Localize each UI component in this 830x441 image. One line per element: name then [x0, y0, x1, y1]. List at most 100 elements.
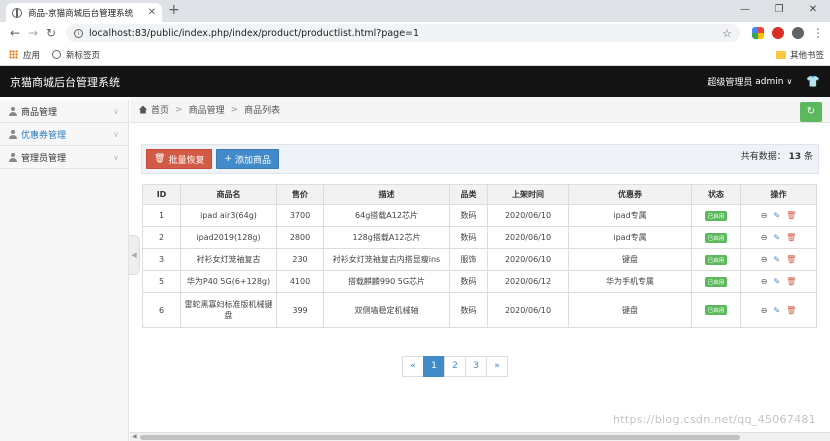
trash-icon[interactable]: 🗑 [786, 211, 796, 220]
bookmark-apps[interactable]: 应用 [9, 49, 40, 61]
pagination-prev[interactable]: « [402, 356, 424, 377]
close-tab-icon[interactable]: ✕ [148, 7, 156, 18]
cell-actions: ⊖ ✎ 🗑 [740, 204, 817, 227]
cell-category: 数码 [449, 226, 488, 249]
disable-icon[interactable]: ⊖ [761, 306, 768, 315]
breadcrumb-home[interactable]: 首页 [151, 103, 169, 116]
profile-icon[interactable] [792, 27, 804, 39]
bulk-restore-button[interactable]: 🗑 批量恢复 [146, 149, 213, 169]
column-header: 售价 [276, 184, 324, 205]
browser-tab-strip: 商品-京猫商城后台管理系统 ✕ + — ❐ ✕ [0, 0, 830, 22]
cell-actions: ⊖ ✎ 🗑 [740, 292, 817, 328]
back-arrow-icon[interactable]: ← [6, 26, 24, 40]
url-text[interactable]: localhost:83/public/index.php/index/prod… [89, 28, 722, 39]
address-bar-row: ← → ↻ i localhost:83/public/index.php/in… [0, 22, 830, 44]
admin-menu[interactable]: 超级管理员 admin ∨ 👕 [707, 75, 820, 88]
sidebar-item-products[interactable]: 商品管理 ∨ [0, 100, 128, 123]
home-icon [139, 105, 147, 114]
cell-status: 已启用 [691, 270, 741, 293]
cell-id: 5 [142, 270, 181, 293]
adblock-icon[interactable] [772, 27, 784, 39]
close-window-button[interactable]: ✕ [796, 0, 830, 22]
cell-name: ipad2019(128g) [180, 226, 277, 249]
cell-id: 3 [142, 248, 181, 271]
status-badge: 已启用 [704, 305, 728, 315]
tab-title: 商品-京猫商城后台管理系统 [28, 8, 134, 19]
cell-category: 数码 [449, 270, 488, 293]
add-product-button[interactable]: + 添加商品 [216, 149, 280, 169]
reload-icon[interactable]: ↻ [42, 26, 60, 40]
edit-icon[interactable]: ✎ [773, 277, 780, 286]
info-icon[interactable]: i [74, 28, 83, 38]
admin-role: 超级管理员 [707, 78, 753, 88]
scrollbar-thumb[interactable] [140, 435, 740, 440]
cell-actions: ⊖ ✎ 🗑 [740, 270, 817, 293]
horizontal-scrollbar[interactable]: ◀ [130, 432, 830, 441]
bookmark-label: 应用 [23, 50, 41, 61]
window-controls: — ❐ ✕ [728, 0, 830, 22]
cell-desc: 衬衫女灯笼袖复古内搭显瘦ins [323, 248, 450, 271]
column-header: 品类 [449, 184, 488, 205]
breadcrumb-products[interactable]: 商品管理 [189, 103, 225, 116]
cell-price: 230 [276, 248, 324, 271]
breadcrumb-separator: > [230, 104, 239, 115]
bookmarks-bar: 应用 新标签页 其他书签 [0, 44, 830, 66]
extension-icon[interactable] [752, 27, 764, 39]
edit-icon[interactable]: ✎ [773, 233, 780, 242]
omnibox[interactable]: i localhost:83/public/index.php/index/pr… [66, 24, 740, 42]
column-header: 状态 [691, 184, 741, 205]
add-product-label: 添加商品 [235, 155, 272, 166]
table-header-row: ID 商品名 售价 描述 品类 上架时间 优惠券 状态 操作 [142, 184, 817, 205]
cell-coupon: ipad专属 [568, 226, 692, 249]
minimize-button[interactable]: — [728, 0, 762, 22]
sidebar-item-label: 优惠券管理 [21, 130, 67, 141]
folder-icon [775, 51, 786, 59]
chevron-down-icon: ∨ [113, 106, 119, 116]
disable-icon[interactable]: ⊖ [761, 255, 768, 264]
sidebar: 商品管理 ∨ 优惠券管理 ∨ 管理员管理 ∨ [0, 100, 129, 441]
pagination-page-3[interactable]: 3 [465, 356, 487, 377]
sidebar-item-admins[interactable]: 管理员管理 ∨ [0, 146, 128, 169]
pagination-next[interactable]: » [486, 356, 508, 377]
trash-icon[interactable]: 🗑 [786, 233, 796, 242]
browser-tab[interactable]: 商品-京猫商城后台管理系统 ✕ [6, 3, 162, 22]
other-bookmarks[interactable]: 其他书签 [775, 44, 824, 66]
cell-desc: 搭载麒麟990 5G芯片 [323, 270, 450, 293]
skin-icon[interactable]: 👕 [806, 75, 820, 88]
trash-icon[interactable]: 🗑 [786, 255, 796, 264]
pagination-page-1[interactable]: 1 [423, 356, 445, 377]
user-icon [9, 152, 17, 162]
new-tab-button[interactable]: + [168, 2, 180, 18]
maximize-button[interactable]: ❐ [762, 0, 796, 22]
column-header: 优惠券 [568, 184, 692, 205]
trash-icon: 🗑 [154, 154, 166, 164]
star-icon[interactable]: ☆ [722, 27, 732, 40]
edit-icon[interactable]: ✎ [773, 255, 780, 264]
forward-arrow-icon[interactable]: → [24, 26, 42, 40]
column-header: ID [142, 184, 181, 205]
sidebar-item-coupons[interactable]: 优惠券管理 ∨ [0, 123, 128, 146]
cell-coupon: ipad专属 [568, 204, 692, 227]
disable-icon[interactable]: ⊖ [761, 277, 768, 286]
disable-icon[interactable]: ⊖ [761, 233, 768, 242]
app-title[interactable]: 京猫商城后台管理系统 [10, 74, 120, 90]
globe-icon [52, 50, 62, 59]
bookmark-new-tab[interactable]: 新标签页 [52, 49, 100, 61]
menu-icon[interactable]: ⋮ [812, 26, 824, 40]
trash-icon[interactable]: 🗑 [786, 306, 796, 315]
cell-id: 1 [142, 204, 181, 227]
scroll-left-icon[interactable]: ◀ [132, 433, 137, 440]
cell-price: 3700 [276, 204, 324, 227]
cell-actions: ⊖ ✎ 🗑 [740, 248, 817, 271]
chevron-down-icon: ∨ [113, 152, 119, 162]
pagination-page-2[interactable]: 2 [444, 356, 466, 377]
trash-icon[interactable]: 🗑 [786, 277, 796, 286]
edit-icon[interactable]: ✎ [773, 211, 780, 220]
disable-icon[interactable]: ⊖ [761, 211, 768, 220]
refresh-button[interactable]: ↻ [800, 102, 822, 122]
edit-icon[interactable]: ✎ [773, 306, 780, 315]
cell-actions: ⊖ ✎ 🗑 [740, 226, 817, 249]
column-header: 商品名 [180, 184, 277, 205]
app-header: 京猫商城后台管理系统 超级管理员 admin ∨ 👕 [0, 66, 830, 97]
product-table: ID 商品名 售价 描述 品类 上架时间 优惠券 状态 操作 1 ipad ai… [142, 184, 817, 328]
